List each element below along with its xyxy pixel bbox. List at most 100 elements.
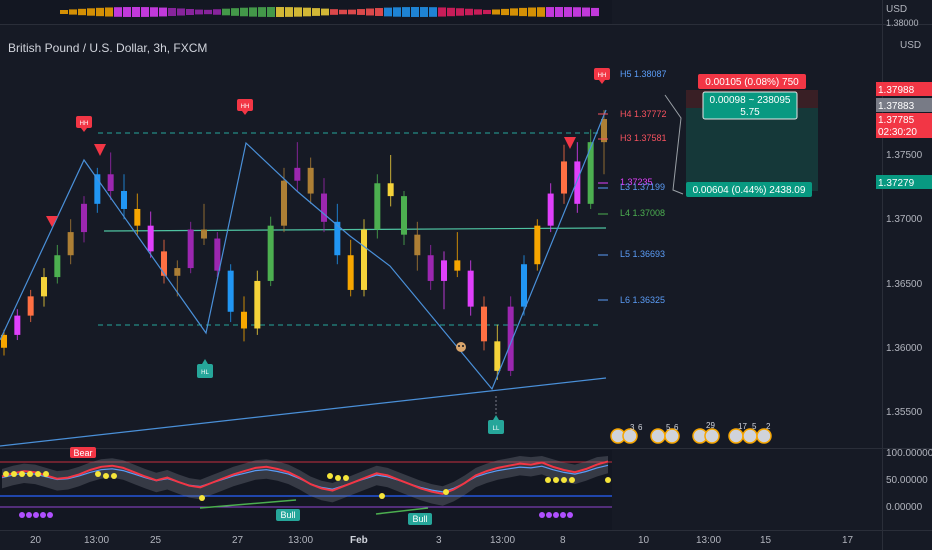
- event-count: 5: [666, 423, 671, 432]
- candle[interactable]: [107, 174, 114, 191]
- rainbow-bar: [87, 8, 95, 16]
- candle[interactable]: [321, 193, 327, 222]
- pivot-label-l3: L3 1.37199: [620, 182, 665, 192]
- time-tick: 13:00: [696, 535, 721, 546]
- candle[interactable]: [227, 270, 234, 312]
- candle[interactable]: [454, 260, 461, 271]
- candle[interactable]: [467, 270, 474, 307]
- time-tick: 8: [560, 535, 566, 546]
- candle[interactable]: [161, 251, 167, 276]
- price-tag-3: 1.37785: [878, 115, 915, 126]
- signal-dot: [379, 493, 385, 499]
- candle[interactable]: [174, 268, 181, 276]
- event-count: 6: [674, 423, 679, 432]
- rainbow-bar: [429, 7, 437, 17]
- rainbow-bar: [285, 7, 293, 17]
- rainbow-bar: [78, 8, 86, 16]
- candle[interactable]: [41, 277, 47, 297]
- candle[interactable]: [241, 311, 247, 329]
- candle[interactable]: [307, 167, 314, 194]
- rainbow-bar: [582, 7, 590, 17]
- pivot-label-l4: L4 1.37008: [620, 208, 665, 218]
- rainbow-bar: [528, 7, 536, 17]
- candle[interactable]: [401, 196, 407, 235]
- currency-label-top: USD: [886, 4, 907, 15]
- price-tag-1: 1.37988: [878, 85, 915, 96]
- chart-canvas[interactable]: British Pound / U.S. Dollar, 3h, FXCM US…: [0, 0, 932, 550]
- candle[interactable]: [547, 193, 554, 226]
- candle[interactable]: [387, 183, 394, 197]
- hh-marker-label: HH: [80, 121, 89, 127]
- candle[interactable]: [54, 255, 61, 278]
- candle[interactable]: [374, 183, 381, 230]
- long-position-tool[interactable]: 0.00105 (0.08%) 750 0.00098 ~ 238095 5.7…: [664, 74, 818, 197]
- candle[interactable]: [294, 167, 301, 181]
- candle[interactable]: [414, 234, 421, 256]
- rainbow-bar: [375, 8, 383, 16]
- signal-dot: [335, 475, 341, 481]
- candle[interactable]: [27, 296, 34, 316]
- candle[interactable]: [347, 255, 354, 290]
- rainbow-bar: [384, 7, 392, 17]
- candle[interactable]: [494, 341, 501, 371]
- candle[interactable]: [561, 161, 567, 194]
- time-tick: 13:00: [490, 535, 515, 546]
- candle[interactable]: [121, 190, 127, 209]
- osc-tick: 0.00000: [886, 502, 923, 513]
- event-count: 2: [766, 422, 771, 431]
- candle[interactable]: [14, 315, 21, 335]
- signal-dot: [343, 475, 349, 481]
- candle[interactable]: [201, 229, 207, 239]
- rainbow-bar: [69, 9, 77, 15]
- squeeze-dot: [47, 512, 53, 518]
- rainbow-bar: [474, 9, 482, 15]
- candle[interactable]: [67, 232, 74, 256]
- event-count: 17: [738, 422, 747, 431]
- candle[interactable]: [534, 225, 541, 265]
- currency-label[interactable]: USD: [900, 40, 921, 51]
- candle[interactable]: [187, 229, 194, 269]
- rainbow-bar: [141, 7, 149, 17]
- candle[interactable]: [267, 225, 274, 281]
- pivot-label-l6: L6 1.36325: [620, 295, 665, 305]
- candle[interactable]: [81, 203, 87, 233]
- candle[interactable]: [361, 229, 367, 290]
- hl-marker-label: HL: [201, 370, 209, 376]
- rainbow-bar: [573, 7, 581, 17]
- candle[interactable]: [214, 238, 221, 271]
- osc-tick: 100.00000: [886, 448, 932, 459]
- squeeze-dot: [560, 512, 566, 518]
- squeeze-dot: [553, 512, 559, 518]
- signal-dot: [545, 477, 551, 483]
- candle[interactable]: [574, 161, 581, 204]
- candle[interactable]: [281, 180, 287, 226]
- rainbow-bar: [195, 9, 203, 15]
- squeeze-dot: [19, 512, 25, 518]
- rainbow-bar: [294, 7, 302, 17]
- rainbow-bar: [276, 7, 284, 17]
- countdown-tag: 02:30:20: [878, 127, 917, 138]
- event-count: 6: [638, 423, 643, 432]
- candle[interactable]: [441, 260, 447, 281]
- price-tick: 1.35500: [886, 407, 923, 418]
- rainbow-bar: [213, 9, 221, 15]
- signal-dot: [43, 471, 49, 477]
- flag-us-icon: [742, 428, 758, 444]
- candle[interactable]: [427, 255, 434, 281]
- hh-marker-label: HH: [241, 104, 250, 110]
- signal-dot: [569, 477, 575, 483]
- candle[interactable]: [134, 208, 141, 226]
- bull-label-1: Bull: [280, 510, 295, 520]
- flag-uk-icon: [728, 428, 744, 444]
- candle[interactable]: [481, 306, 487, 342]
- time-tick: 10: [638, 535, 650, 546]
- candle[interactable]: [521, 264, 527, 307]
- rainbow-bar: [330, 9, 338, 15]
- signal-dot: [553, 477, 559, 483]
- squeeze-dot: [33, 512, 39, 518]
- candle[interactable]: [254, 280, 261, 329]
- rainbow-bar: [447, 7, 455, 17]
- signal-dot: [95, 471, 101, 477]
- chart-screen[interactable]: British Pound / U.S. Dollar, 3h, FXCM US…: [0, 0, 932, 550]
- candle[interactable]: [147, 225, 154, 252]
